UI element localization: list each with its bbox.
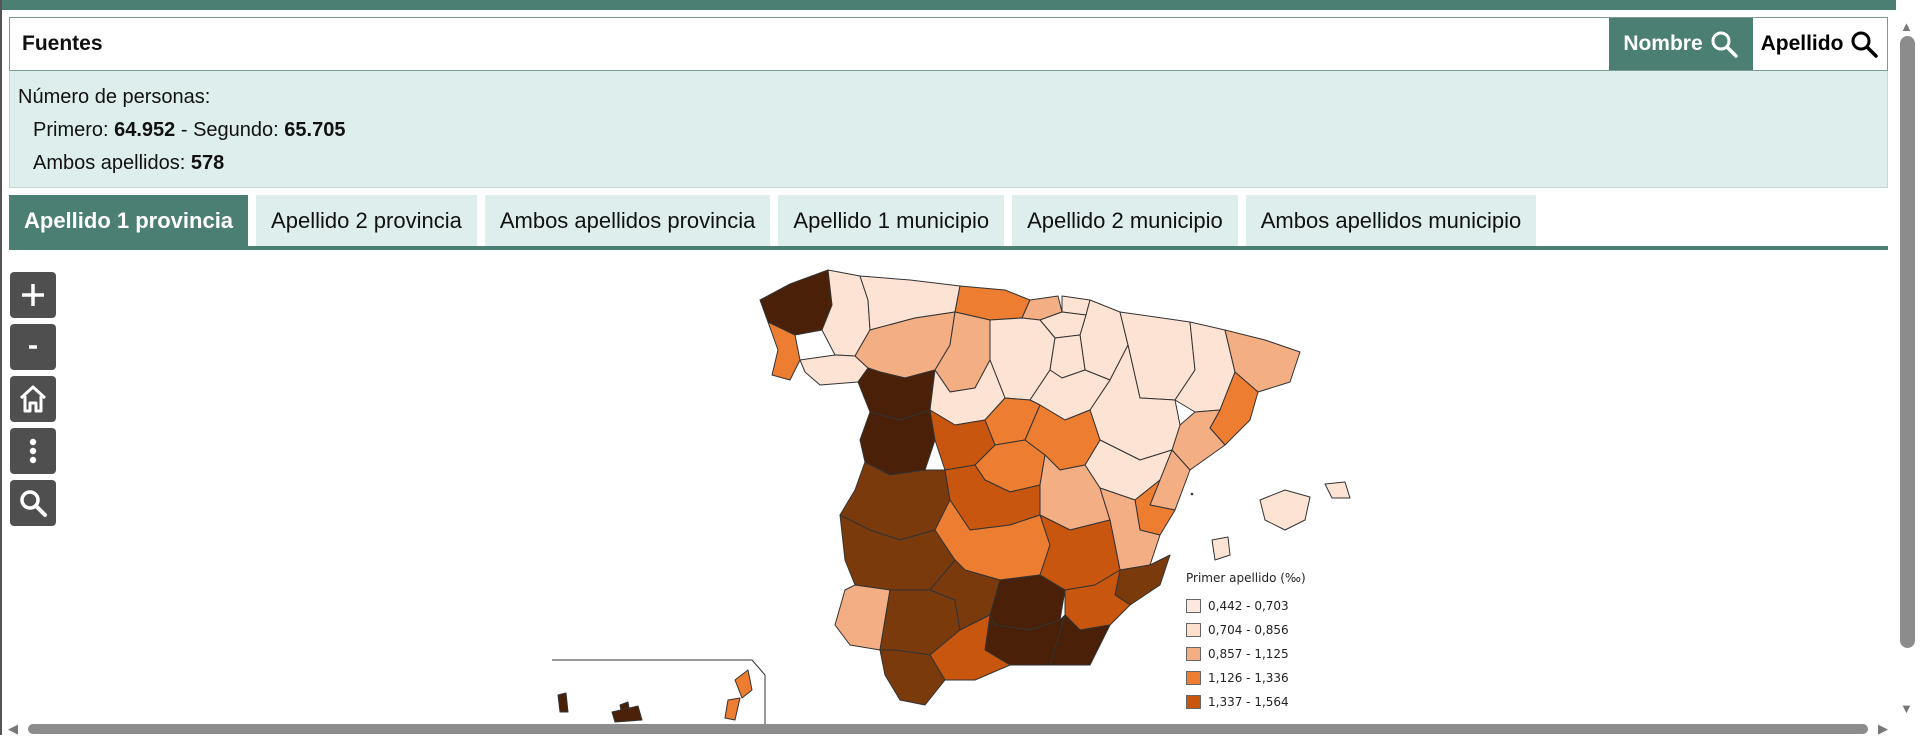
search-by-name-button[interactable]: Nombre: [1609, 18, 1753, 70]
zoom-in-icon: [22, 284, 44, 306]
map-search-button[interactable]: [10, 480, 56, 526]
scroll-left-icon[interactable]: ◀: [8, 722, 18, 735]
search-icon: [1851, 31, 1879, 58]
first-second-counts: Primero: 64.952 - Segundo: 65.705: [18, 114, 1887, 147]
search-by-name-label: Nombre: [1623, 32, 1703, 55]
province-baleares-menorca: [1324, 481, 1351, 499]
province-canarias-2: [724, 697, 741, 721]
scroll-down-icon[interactable]: ▼: [1900, 702, 1913, 715]
both-value: 578: [190, 152, 225, 174]
more-options-button[interactable]: [10, 428, 56, 474]
tab-ambos-apellidos-provincia[interactable]: Ambos apellidos provincia: [484, 195, 771, 246]
legend-label: 0,857 - 1,125: [1208, 647, 1289, 661]
home-icon: [19, 385, 47, 413]
search-by-surname-button[interactable]: Apellido: [1753, 18, 1887, 70]
legend-item: 0,704 - 0,856: [1186, 618, 1306, 642]
first-label: Primero:: [33, 119, 115, 141]
province-ourense: [799, 354, 869, 386]
legend-label: 0,704 - 0,856: [1208, 623, 1289, 637]
province-canarias-1: [734, 669, 753, 699]
more-vertical-icon: [29, 438, 37, 464]
people-count-heading: Número de personas:: [18, 86, 211, 108]
legend-item: 1,337 - 1,564: [1186, 690, 1306, 714]
search-icon: [20, 490, 47, 517]
view-tabs: Apellido 1 provincia Apellido 2 provinci…: [9, 195, 1888, 250]
window-left-border: [0, 0, 2, 735]
balearic-dot: [1190, 492, 1194, 496]
map-toolbar: [10, 272, 56, 532]
tab-apellido-2-municipio[interactable]: Apellido 2 municipio: [1012, 195, 1238, 246]
tab-apellido-2-provincia[interactable]: Apellido 2 provincia: [256, 195, 477, 246]
province-canarias-4: [611, 705, 643, 723]
zoom-out-button[interactable]: [10, 324, 56, 370]
both-count: Ambos apellidos: 578: [18, 147, 1887, 180]
zoom-out-icon: [29, 345, 37, 349]
legend-item: 1,126 - 1,336: [1186, 666, 1306, 690]
second-value: 65.705: [284, 119, 346, 141]
province-canarias-5: [557, 692, 569, 713]
legend-label: 1,337 - 1,564: [1208, 695, 1289, 709]
legend-label: 1,126 - 1,336: [1208, 671, 1289, 685]
province-baleares-mallorca: [1259, 489, 1311, 531]
province-baleares-ibiza: [1211, 536, 1231, 561]
top-bar: [0, 0, 1896, 10]
legend-title: Primer apellido (‰): [1186, 571, 1306, 585]
zoom-in-button[interactable]: [10, 272, 56, 318]
search-bar: Nombre Apellido: [9, 17, 1888, 71]
legend-item: 0,857 - 1,125: [1186, 642, 1306, 666]
legend-item: 0,442 - 0,703: [1186, 594, 1306, 618]
search-icon: [1711, 31, 1738, 58]
people-count-panel: Número de personas: Primero: 64.952 - Se…: [9, 71, 1888, 188]
legend-swatch: [1186, 647, 1201, 661]
tab-apellido-1-municipio[interactable]: Apellido 1 municipio: [778, 195, 1005, 246]
tab-ambos-apellidos-municipio[interactable]: Ambos apellidos municipio: [1245, 195, 1537, 246]
scroll-right-icon[interactable]: ▶: [1878, 722, 1888, 735]
scroll-up-icon[interactable]: ▲: [1900, 20, 1913, 33]
search-by-surname-label: Apellido: [1760, 32, 1844, 55]
surname-search-input[interactable]: [10, 18, 1609, 70]
horizontal-scrollbar-thumb[interactable]: [28, 724, 1868, 734]
legend-swatch: [1186, 623, 1201, 637]
both-label: Ambos apellidos:: [33, 152, 191, 174]
first-value: 64.952: [114, 119, 176, 141]
legend-label: 0,442 - 0,703: [1208, 599, 1289, 613]
second-label: - Segundo:: [175, 119, 285, 141]
tab-apellido-1-provincia[interactable]: Apellido 1 provincia: [9, 195, 249, 246]
home-button[interactable]: [10, 376, 56, 422]
legend-swatch: [1186, 671, 1201, 685]
legend-swatch: [1186, 599, 1201, 613]
map-legend: Primer apellido (‰) 0,442 - 0,703 0,704 …: [1186, 571, 1306, 714]
legend-swatch: [1186, 695, 1201, 709]
vertical-scrollbar-thumb[interactable]: [1900, 36, 1915, 648]
